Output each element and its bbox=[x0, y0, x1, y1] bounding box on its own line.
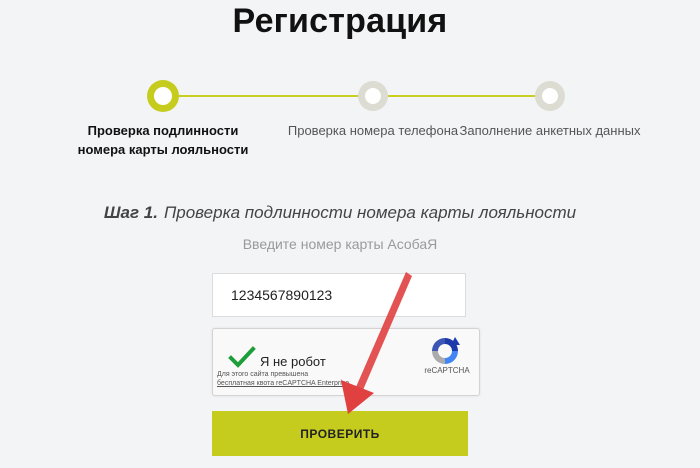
checkmark-icon[interactable] bbox=[228, 346, 256, 370]
step-1-label: Проверка подлинности номера карты лояльн… bbox=[77, 123, 249, 157]
step-1-indicator bbox=[147, 80, 179, 112]
recaptcha-widget: Я не робот Для этого сайта превышена бес… bbox=[212, 328, 480, 396]
card-number-hint: Введите номер карты АсобаЯ bbox=[242, 236, 438, 252]
stepper-connector-1 bbox=[178, 95, 360, 97]
step-heading-text: Проверка подлинности номера карты лояльн… bbox=[163, 203, 577, 222]
recaptcha-brand: reCAPTCHA bbox=[424, 366, 470, 375]
step-3-label: Заполнение анкетных данных bbox=[459, 123, 641, 138]
step-heading: Шаг 1. Проверка подлинности номера карты … bbox=[0, 203, 680, 223]
step-number: Шаг 1. bbox=[103, 203, 158, 222]
step-2-indicator bbox=[358, 81, 388, 111]
stepper-connector-2 bbox=[388, 95, 538, 97]
annotation-arrow bbox=[341, 272, 412, 414]
recaptcha-label: Я не робот bbox=[260, 354, 326, 369]
quota-link[interactable]: бесплатная квота reCAPTCHA Enterprise bbox=[217, 380, 349, 387]
page-title: Регистрация bbox=[232, 2, 448, 40]
card-number-input[interactable] bbox=[212, 273, 466, 317]
quota-suffix: . bbox=[349, 380, 352, 387]
recaptcha-logo-icon bbox=[432, 337, 460, 364]
step-3-indicator bbox=[535, 81, 565, 111]
verify-button[interactable]: ПРОВЕРИТЬ bbox=[212, 411, 468, 456]
step-2-label: Проверка номера телефона bbox=[287, 123, 459, 138]
quota-prefix: Для этого сайта превышена bbox=[217, 371, 309, 378]
recaptcha-quota-notice: Для этого сайта превышена бесплатная кво… bbox=[217, 370, 367, 388]
